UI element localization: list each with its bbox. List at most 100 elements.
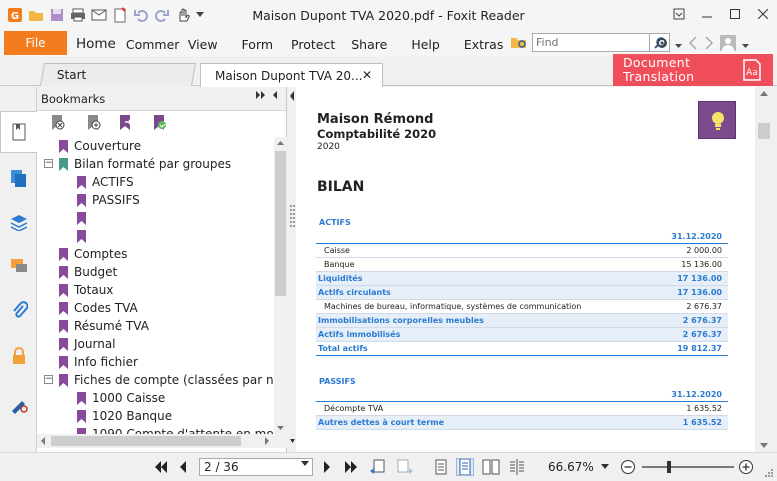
prev-arrow-icon[interactable] <box>688 36 698 53</box>
next-view-icon[interactable] <box>396 458 414 476</box>
panel-splitter[interactable] <box>287 87 296 452</box>
bookmark-item[interactable]: Journal <box>59 335 116 353</box>
delete-bookmark-icon[interactable] <box>49 114 67 134</box>
page-number-field[interactable]: 2 / 36 <box>199 458 313 476</box>
zoom-dropdown-icon[interactable] <box>599 458 611 476</box>
bookmark-item[interactable] <box>77 227 92 245</box>
bookmark-item[interactable]: Couverture <box>59 137 141 155</box>
bookmark-item[interactable]: 1000 Caisse <box>77 389 165 407</box>
single-page-view-icon[interactable] <box>432 458 450 476</box>
bookmark-item[interactable]: Info fichier <box>59 353 138 371</box>
maximize-icon[interactable] <box>721 0 749 28</box>
next-arrow-icon[interactable] <box>704 36 714 53</box>
bookmark-item[interactable]: Budget <box>59 263 117 281</box>
tree-expander-icon[interactable]: − <box>44 375 53 384</box>
viewer-vertical-scrollbar[interactable] <box>755 87 773 452</box>
ribbon-options-icon[interactable] <box>665 0 693 28</box>
viewer-scroll-thumb[interactable] <box>758 123 770 139</box>
settings-dropdown-icon[interactable] <box>675 38 682 52</box>
gear-icon[interactable] <box>655 36 669 53</box>
tab-close-icon[interactable]: ✕ <box>362 68 372 82</box>
bookmarks-horizontal-scrollbar[interactable] <box>37 434 287 448</box>
signature-panel-button[interactable] <box>0 383 37 425</box>
bookmark-flag-icon <box>77 409 86 423</box>
row-value: 15 136.00 <box>681 260 722 269</box>
tab-start[interactable]: Start <box>39 63 197 86</box>
pages-panel-button[interactable] <box>0 157 37 199</box>
page-number-value: 2 / 36 <box>204 460 239 474</box>
bookmark-flag-icon <box>77 391 86 405</box>
page-dropdown-icon[interactable] <box>301 460 309 469</box>
bookmark-item[interactable]: Totaux <box>59 281 113 299</box>
zoom-slider-knob[interactable] <box>667 461 671 473</box>
bookmarks-vertical-scrollbar[interactable] <box>274 137 287 434</box>
menu-protect[interactable]: Protect <box>291 31 351 57</box>
resize-grip-icon[interactable] <box>759 463 777 481</box>
layers-icon <box>10 215 27 231</box>
file-button[interactable]: File <box>4 31 67 55</box>
tree-expander-icon[interactable]: − <box>44 159 53 168</box>
panel-menu-icon[interactable] <box>272 91 278 103</box>
viewer-scroll-up-icon <box>760 91 768 96</box>
bookmark-flag-icon <box>77 193 86 207</box>
bookmark-label: 1000 Caisse <box>92 391 166 405</box>
bookmark-properties-icon[interactable] <box>151 114 169 134</box>
find-folder-icon[interactable] <box>510 34 528 53</box>
bookmark-item[interactable] <box>77 209 92 227</box>
document-translation-button[interactable]: Document Translation Aa <box>613 54 773 86</box>
next-page-icon[interactable] <box>318 458 336 476</box>
bookmark-item[interactable]: 1090 Compte d'attente en mo <box>77 425 274 434</box>
previous-view-icon[interactable] <box>369 458 387 476</box>
collapse-panel-icon[interactable] <box>256 91 266 103</box>
bookmark-flag-icon <box>59 265 68 279</box>
continuous-view-icon[interactable] <box>456 458 474 476</box>
find-input[interactable] <box>532 33 650 52</box>
bookmark-item[interactable]: − Bilan formaté par groupes <box>44 155 231 173</box>
doc-company: Maison Rémond <box>317 112 434 127</box>
row-value: 2 676.37 <box>682 330 722 339</box>
minimize-icon[interactable] <box>693 0 721 28</box>
add-bookmark-icon[interactable] <box>85 114 103 134</box>
zoom-in-icon[interactable] <box>737 458 755 476</box>
tab-document[interactable]: Maison Dupont TVA 20... ✕ <box>200 63 383 87</box>
zoom-out-icon[interactable] <box>619 458 637 476</box>
attachments-panel-button[interactable] <box>0 289 37 331</box>
bookmarks-horizontal-thumb[interactable] <box>51 436 241 446</box>
expand-bookmark-icon[interactable] <box>117 114 135 134</box>
menu-comment[interactable]: Commer <box>126 31 186 57</box>
facing-view-icon[interactable] <box>482 458 500 476</box>
layers-panel-button[interactable] <box>0 201 37 243</box>
user-dropdown-icon[interactable] <box>742 38 749 52</box>
bookmark-item[interactable]: PASSIFS <box>77 191 140 209</box>
menu-share[interactable]: Share <box>351 31 411 57</box>
menu-help[interactable]: Help <box>411 31 464 57</box>
bookmark-flag-icon <box>77 211 86 225</box>
first-page-icon[interactable] <box>152 458 170 476</box>
menu-home[interactable]: Home <box>76 31 126 57</box>
bookmark-label: Fiches de compte (classées par num <box>74 373 275 387</box>
bookmark-item[interactable]: − Fiches de compte (classées par num <box>44 371 275 389</box>
menu-form[interactable]: Form <box>242 31 292 57</box>
menu-view[interactable]: View <box>186 31 242 57</box>
bookmark-item[interactable]: Comptes <box>59 245 127 263</box>
table-row: Banque 15 136.00 <box>316 258 728 272</box>
zoom-slider[interactable] <box>642 461 734 473</box>
close-icon[interactable] <box>749 0 777 28</box>
document-viewer[interactable]: Maison Rémond Comptabilité 2020 2020 BIL… <box>296 87 755 452</box>
scroll-down-arrow-icon <box>277 426 284 430</box>
bookmark-item[interactable]: Codes TVA <box>59 299 138 317</box>
menu-extras[interactable]: Extras <box>464 31 514 57</box>
bookmarks-vertical-thumb[interactable] <box>275 151 286 296</box>
bookmark-item[interactable]: ACTIFS <box>77 173 134 191</box>
continuous-facing-view-icon[interactable] <box>508 458 526 476</box>
security-panel-button[interactable] <box>0 335 37 377</box>
bookmark-item[interactable]: Résumé TVA <box>59 317 149 335</box>
smart-tip-button[interactable] <box>698 101 736 139</box>
bookmarks-panel-button[interactable] <box>0 111 37 153</box>
svg-text:Aa: Aa <box>746 68 758 78</box>
user-avatar-icon[interactable] <box>720 35 736 54</box>
comments-panel-button[interactable] <box>0 245 37 287</box>
bookmark-item[interactable]: 1020 Banque <box>77 407 172 425</box>
previous-page-icon[interactable] <box>174 458 192 476</box>
last-page-icon[interactable] <box>342 458 360 476</box>
